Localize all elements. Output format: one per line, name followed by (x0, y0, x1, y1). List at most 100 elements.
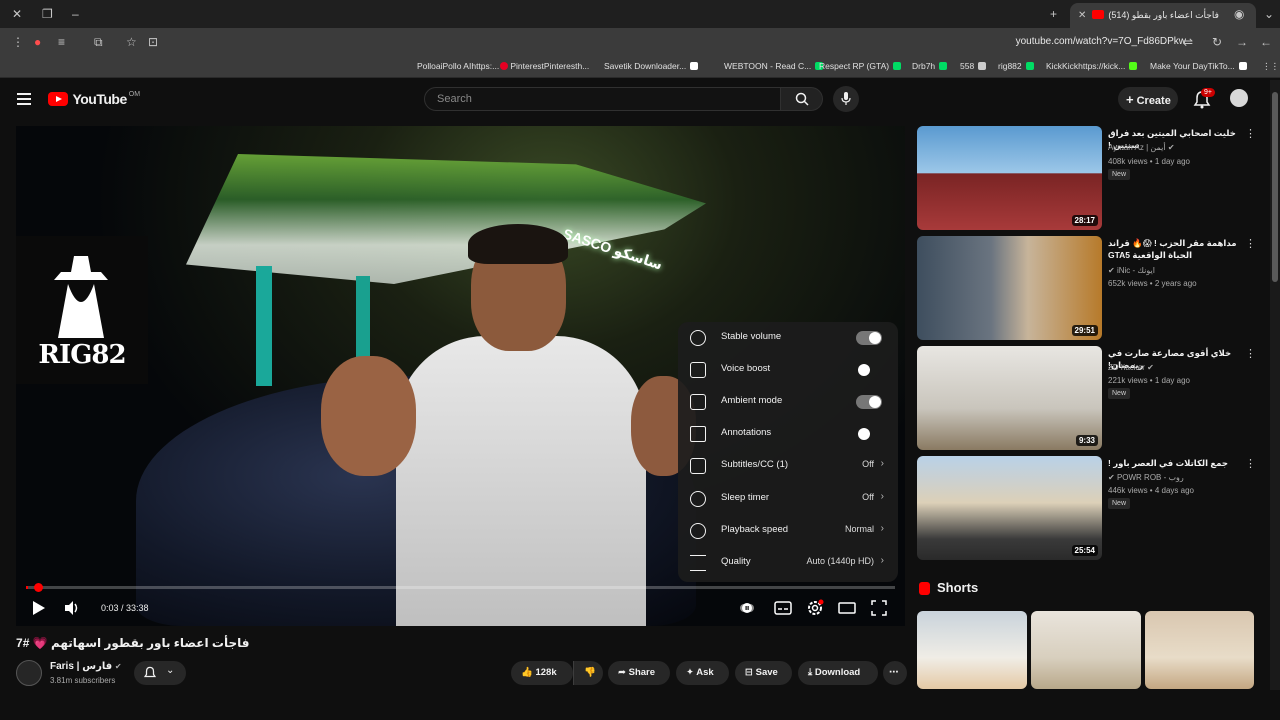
bookmark-item[interactable]: PinterestPinteresth... (496, 61, 589, 71)
back-icon[interactable]: ← (1260, 34, 1272, 50)
profile-icon[interactable]: ◉ (1234, 6, 1244, 22)
minimize-window-icon[interactable]: – (72, 6, 79, 22)
tab-close-icon[interactable]: ✕ (1078, 10, 1086, 21)
setting-voice-boost[interactable]: Voice boost (678, 354, 898, 386)
dislike-button[interactable]: 👎 (573, 661, 603, 685)
url-field[interactable]: youtube.com/watch?v=7O_Fd86DPkw (1016, 36, 1186, 47)
scrollbar-thumb[interactable] (1272, 92, 1278, 282)
hooded-figure-logo-icon (54, 256, 108, 338)
video-player[interactable]: SASCO ساسكو RIG82 Stable volume Voice bo… (16, 126, 905, 626)
more-vertical-icon[interactable]: ⋮ (1245, 238, 1256, 252)
channel-avatar[interactable] (16, 660, 42, 686)
autoplay-toggle-icon[interactable] (737, 598, 757, 618)
save-button[interactable]: ⊟ Save (735, 661, 792, 685)
setting-annotations[interactable]: Annotations (678, 418, 898, 450)
verified-icon: ✔ (1147, 363, 1154, 372)
bookmark-item[interactable]: Drb7h (912, 61, 948, 71)
annotations-toggle[interactable] (856, 427, 882, 441)
bookmark-item[interactable]: WEBTOON - Read C... (724, 61, 824, 71)
recommendation-thumbnail: 28:17 (917, 126, 1102, 230)
playback-speed-icon (690, 523, 706, 539)
chevron-right-icon: › (880, 555, 884, 566)
recommendation-thumbnail: 29:51 (917, 236, 1102, 340)
recommendation-item[interactable]: 9:33 خلاي أقوى مصارعة صارت في ريمضان! ZD… (917, 346, 1262, 450)
download-button[interactable]: ⤓ Download (798, 661, 878, 685)
short-thumbnail[interactable] (1031, 611, 1141, 689)
stable-volume-toggle[interactable] (856, 331, 882, 345)
progress-bar[interactable] (26, 583, 895, 592)
screenshot-icon[interactable]: ⊡ (148, 34, 158, 50)
chevron-right-icon: › (880, 523, 884, 534)
recommendation-meta: 408k views • 1 day ago (1108, 157, 1190, 166)
hamburger-menu-icon[interactable] (17, 93, 31, 105)
ambient-mode-toggle[interactable] (856, 395, 882, 409)
create-button[interactable]: + Create (1118, 87, 1178, 111)
close-window-icon[interactable]: ✕ (12, 6, 22, 22)
bookmark-item[interactable]: Savetik Downloader... (604, 61, 699, 71)
bookmark-item[interactable]: Respect RP (GTA) (819, 61, 902, 71)
channel-name[interactable]: Faris | فارس ✔ (50, 661, 122, 672)
chevron-right-icon: › (880, 458, 884, 469)
recommendation-item[interactable]: 25:54 جمع الكاتلات في العصر باور ! ✔ POW… (917, 456, 1262, 560)
more-vertical-icon[interactable]: ⋮ (1245, 458, 1256, 472)
more-actions-button[interactable]: ⋯ (883, 661, 907, 685)
volume-icon[interactable] (62, 598, 82, 618)
short-thumbnail[interactable] (1145, 611, 1254, 689)
theater-mode-icon[interactable] (837, 598, 857, 618)
ask-button[interactable]: ✦ Ask (676, 661, 729, 685)
translate-icon[interactable]: ≡ (58, 34, 65, 50)
share-arrow-icon: ➦ (618, 667, 626, 678)
bookmark-star-icon[interactable]: ☆ (126, 34, 137, 50)
recommendation-item[interactable]: 29:51 مداهمة مقر الحزب ! 😱🔥 قراند الحياة… (917, 236, 1262, 340)
account-avatar[interactable] (1230, 89, 1248, 107)
short-thumbnail[interactable] (917, 611, 1027, 689)
like-button[interactable]: 👍 128k (511, 661, 573, 685)
search-input[interactable]: Search (424, 87, 781, 111)
address-bar: ⋮ ● ≡ ⧉ ☆ ⊡ youtube.com/watch?v=7O_Fd86D… (0, 28, 1280, 56)
forward-icon[interactable]: → (1236, 34, 1248, 50)
more-vertical-icon[interactable]: ⋮ (1245, 348, 1256, 362)
recommendation-item[interactable]: 28:17 خليت اصحابي الميتين بعد فراق سنتين… (917, 126, 1262, 230)
new-tab-icon[interactable]: + (1050, 6, 1057, 22)
setting-sleep-timer[interactable]: Sleep timer Off › (678, 483, 898, 515)
active-tab[interactable]: ✕ (514) فاجأت اعضاء باور بقطو (1070, 3, 1256, 28)
share-page-icon[interactable]: ⧉ (94, 34, 103, 50)
thumbs-down-icon: 👎 (584, 667, 596, 678)
search-button[interactable] (781, 87, 823, 111)
restore-window-icon[interactable]: ❐ (42, 6, 53, 22)
bookmark-item[interactable]: PolloaiPollo AIhttps:... (417, 61, 499, 71)
new-badge: New (1108, 498, 1131, 509)
subtitles-icon[interactable] (773, 598, 793, 618)
bookmark-item[interactable]: rig882 (998, 61, 1034, 71)
voice-search-button[interactable] (833, 86, 859, 112)
bookmark-item[interactable]: Make Your DayTikTo... (1150, 61, 1247, 71)
bookmarks-overflow-icon[interactable]: ⋮⋮ (1262, 61, 1279, 72)
more-vertical-icon[interactable]: ⋮ (1245, 128, 1256, 142)
youtube-logo[interactable]: YouTube OM (48, 91, 140, 107)
gear-icon[interactable] (805, 598, 825, 618)
share-button[interactable]: ➦ Share (608, 661, 670, 685)
bookmark-item[interactable]: KickKickhttps://kick... (1046, 61, 1138, 71)
setting-stable-volume[interactable]: Stable volume (678, 322, 898, 354)
sleep-timer-icon (690, 491, 706, 507)
bookmark-item[interactable]: 558 (960, 61, 987, 71)
page-scrollbar[interactable] (1270, 80, 1280, 690)
extension-icon[interactable]: ● (34, 34, 41, 50)
sparkle-icon: ✦ (686, 667, 694, 678)
play-icon[interactable] (28, 598, 48, 618)
voice-boost-toggle[interactable] (856, 363, 882, 377)
fullscreen-icon[interactable] (869, 598, 889, 618)
scrubber-handle[interactable] (34, 583, 43, 592)
setting-playback-speed[interactable]: Playback speed Normal › (678, 515, 898, 547)
tab-search-icon[interactable]: ⌄ (1264, 6, 1274, 22)
reload-icon[interactable]: ↻ (1212, 34, 1222, 50)
subscription-bell-button[interactable]: ⌄ (134, 661, 186, 685)
site-settings-icon[interactable]: ⇌ (1183, 34, 1193, 50)
setting-quality[interactable]: Quality Auto (1440p HD) › (678, 547, 898, 579)
thumbs-up-icon: 👍 (521, 667, 533, 678)
setting-ambient-mode[interactable]: Ambient mode (678, 386, 898, 418)
browser-menu-icon[interactable]: ⋮ (12, 34, 24, 50)
setting-subtitles[interactable]: Subtitles/CC (1) Off › (678, 450, 898, 482)
plus-icon: + (1126, 92, 1134, 107)
progress-played (26, 586, 28, 589)
